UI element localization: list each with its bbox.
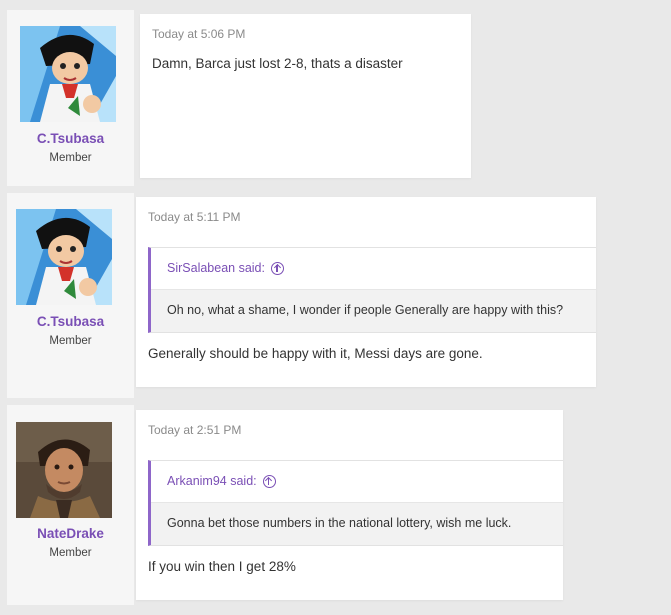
avatar[interactable] [16, 422, 112, 518]
user-cell: C.Tsubasa Member [7, 10, 134, 186]
message-cell: Today at 5:06 PM Damn, Barca just lost 2… [140, 14, 471, 178]
post-message: Damn, Barca just lost 2-8, thats a disas… [152, 56, 403, 71]
quote-author-label: Arkanim94 said: [167, 474, 257, 488]
user-role: Member [49, 152, 92, 164]
quote-block: SirSalabean said: Oh no, what a shame, I… [148, 247, 596, 333]
user-role: Member [49, 547, 92, 559]
post-timestamp[interactable]: Today at 5:11 PM [148, 210, 241, 224]
user-cell: NateDrake Member [7, 405, 134, 605]
avatar-image [16, 422, 112, 518]
username[interactable]: NateDrake [7, 526, 134, 541]
post-timestamp[interactable]: Today at 2:51 PM [148, 423, 241, 437]
quote-block: Arkanim94 said: Gonna bet those numbers … [148, 460, 563, 546]
quote-content: Gonna bet those numbers in the national … [151, 502, 563, 545]
username[interactable]: C.Tsubasa [7, 131, 134, 146]
avatar-image [20, 26, 116, 122]
post-message: Generally should be happy with it, Messi… [148, 346, 483, 361]
avatar-image [16, 209, 112, 305]
quote-author[interactable]: Arkanim94 said: [167, 474, 276, 488]
jump-to-quote-icon[interactable] [270, 261, 284, 275]
avatar[interactable] [20, 26, 116, 122]
message-cell: Today at 5:11 PM SirSalabean said: Oh no… [136, 197, 596, 387]
post-message: If you win then I get 28% [148, 559, 296, 574]
quote-text: Gonna bet those numbers in the national … [167, 516, 512, 530]
quote-author[interactable]: SirSalabean said: [167, 261, 284, 275]
post-timestamp[interactable]: Today at 5:06 PM [152, 27, 245, 41]
avatar[interactable] [16, 209, 112, 305]
user-role: Member [49, 335, 92, 347]
username[interactable]: C.Tsubasa [7, 314, 134, 329]
message-cell: Today at 2:51 PM Arkanim94 said: Gonna b… [136, 410, 563, 600]
quote-content: Oh no, what a shame, I wonder if people … [151, 289, 596, 332]
quote-author-label: SirSalabean said: [167, 261, 265, 275]
user-cell: C.Tsubasa Member [7, 193, 134, 398]
jump-to-quote-icon[interactable] [262, 474, 276, 488]
quote-text: Oh no, what a shame, I wonder if people … [167, 303, 564, 317]
